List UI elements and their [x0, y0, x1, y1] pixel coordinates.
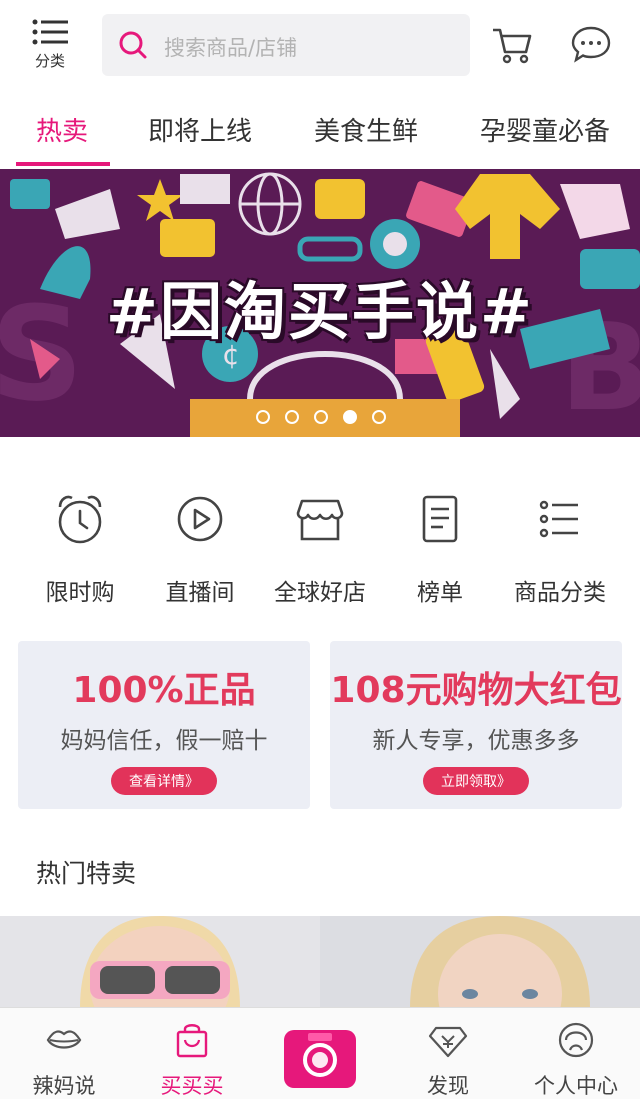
promo-subtitle: 妈妈信任，假一赔十: [60, 728, 268, 754]
cart-icon[interactable]: [490, 22, 534, 66]
nav-item-mom-talk[interactable]: 辣妈说: [4, 1020, 124, 1099]
quick-entry-grid: 限时购 直播间 全球好店 榜单 商品分类: [0, 437, 640, 627]
nav-item-shop[interactable]: 买买买: [132, 1020, 252, 1099]
quick-entry-label: 限时购: [45, 580, 115, 606]
product-photos: [0, 916, 640, 1008]
category-tabs: 热卖 即将上线 美食生鲜 孕婴童必备: [0, 95, 640, 169]
promo-subtitle: 新人专享，优惠多多: [372, 728, 580, 754]
nav-label: 发现: [427, 1074, 469, 1098]
promo-card-red-packet[interactable]: 108元购物大红包 新人专享，优惠多多 立即领取》: [330, 641, 622, 809]
carousel-dots: [256, 410, 388, 426]
nav-label: 辣妈说: [32, 1074, 96, 1098]
view-details-button[interactable]: 查看详情》: [111, 767, 217, 795]
quick-entry-categories[interactable]: 商品分类: [500, 489, 620, 607]
tab-coming-soon[interactable]: 即将上线: [148, 111, 252, 148]
category-list-icon: [32, 18, 68, 48]
category-label: 分类: [34, 52, 65, 70]
quick-entry-live[interactable]: 直播间: [140, 489, 260, 607]
list-document-icon: [422, 495, 458, 543]
quick-entry-label: 全球好店: [274, 580, 366, 606]
tab-baby[interactable]: 孕婴童必备: [480, 111, 610, 148]
carousel-dot[interactable]: [372, 410, 386, 424]
diamond-icon: [428, 1026, 468, 1058]
lips-icon: [46, 1030, 82, 1049]
profile-icon: [558, 1022, 594, 1058]
message-icon[interactable]: [570, 24, 612, 66]
quick-entry-rankings[interactable]: 榜单: [380, 489, 500, 607]
alarm-clock-icon: [58, 495, 102, 544]
shopping-bag-icon: [176, 1024, 208, 1058]
promo-area: 100%正品 妈妈信任，假一赔十 查看详情》 108元购物大红包 新人专享，优惠…: [0, 627, 640, 827]
banner-carousel[interactable]: S BU ¢ #因淘买手说#: [0, 169, 640, 437]
search-input[interactable]: 搜索商品/店铺: [102, 14, 470, 76]
carousel-dot[interactable]: [285, 410, 299, 424]
quick-entry-flash-sale[interactable]: 限时购: [20, 489, 140, 607]
hot-sale-product-strip[interactable]: [0, 916, 640, 1008]
category-list-icon: [539, 500, 578, 538]
bottom-nav: 辣妈说 买买买 发现 个人中心: [0, 1007, 640, 1099]
carousel-dot[interactable]: [314, 410, 328, 424]
quick-entry-label: 直播间: [165, 580, 235, 606]
promo-card-authentic[interactable]: 100%正品 妈妈信任，假一赔十 查看详情》: [18, 641, 310, 809]
store-icon: [296, 499, 344, 541]
active-tab-indicator: [16, 162, 110, 166]
tab-fresh-food[interactable]: 美食生鲜: [314, 111, 418, 148]
promo-title: 100%正品: [72, 670, 256, 711]
nav-item-profile[interactable]: 个人中心: [516, 1020, 636, 1099]
search-placeholder: 搜索商品/店铺: [164, 36, 298, 60]
search-icon: [119, 31, 147, 59]
nav-label: 买买买: [160, 1074, 224, 1098]
carousel-dot-active[interactable]: [343, 410, 357, 424]
tab-hot[interactable]: 热卖: [36, 111, 88, 148]
quick-entry-global-stores[interactable]: 全球好店: [260, 489, 380, 607]
quick-entry-label: 商品分类: [514, 580, 606, 606]
header: 分类 搜索商品/店铺: [0, 0, 640, 95]
camera-icon: [303, 1033, 337, 1077]
section-title: 热门特卖: [36, 859, 137, 888]
quick-entry-label: 榜单: [417, 580, 463, 606]
play-icon: [177, 496, 223, 542]
nav-label: 个人中心: [534, 1074, 618, 1098]
category-button[interactable]: 分类: [22, 14, 78, 74]
promo-title: 108元购物大红包: [330, 670, 622, 711]
claim-now-button[interactable]: 立即领取》: [423, 767, 529, 795]
banner-title: #因淘买手说#: [106, 275, 534, 348]
nav-item-discover[interactable]: 发现: [388, 1020, 508, 1099]
camera-button[interactable]: [284, 1030, 356, 1088]
carousel-dot[interactable]: [256, 410, 270, 424]
